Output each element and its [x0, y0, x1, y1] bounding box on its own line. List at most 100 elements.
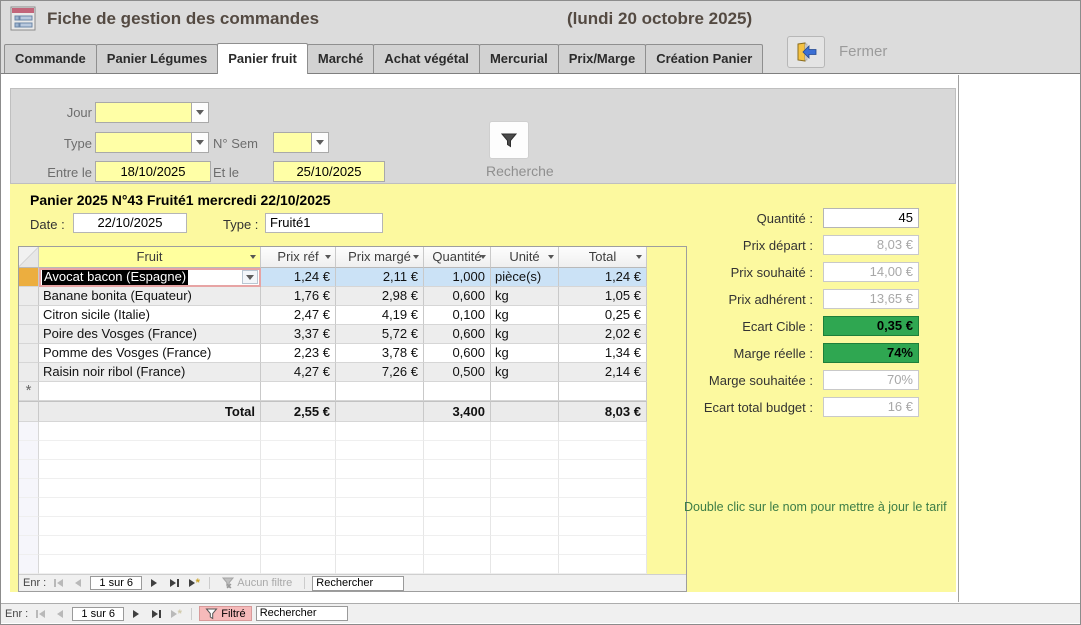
fruit-cell[interactable]: Raisin noir ribol (France) [39, 363, 261, 382]
next-record-button[interactable] [128, 607, 144, 620]
tab-commande[interactable]: Commande [4, 44, 97, 73]
quantite-cell[interactable]: 0,600 [424, 325, 491, 344]
total-cell[interactable]: 1,34 € [559, 344, 647, 363]
prix-ref-cell[interactable]: 4,27 € [261, 363, 336, 382]
first-record-button[interactable] [50, 577, 66, 590]
filtered-indicator[interactable]: Filtré [199, 606, 251, 621]
unite-cell[interactable]: kg [491, 344, 559, 363]
tab-creation-panier[interactable]: Création Panier [645, 44, 763, 73]
last-record-button[interactable] [166, 577, 182, 590]
unite-cell[interactable]: kg [491, 306, 559, 325]
record-position-box[interactable]: 1 sur 6 [90, 576, 142, 590]
prix-ref-cell[interactable]: 1,24 € [261, 268, 336, 287]
previous-record-button[interactable] [70, 577, 86, 590]
quantite-cell[interactable]: 0,600 [424, 287, 491, 306]
quantite-cell[interactable]: 0,500 [424, 363, 491, 382]
type-combobox[interactable] [95, 132, 209, 153]
jour-combobox[interactable] [95, 102, 209, 123]
first-record-button[interactable] [32, 607, 48, 620]
prix-ref-cell[interactable]: 3,37 € [261, 325, 336, 344]
jour-dropdown-button[interactable] [191, 103, 208, 122]
previous-record-button[interactable] [52, 607, 68, 620]
unite-cell[interactable]: kg [491, 287, 559, 306]
type-dropdown-button[interactable] [191, 133, 208, 152]
sort-filter-icon[interactable] [636, 255, 642, 259]
tab-panier-legumes[interactable]: Panier Légumes [96, 44, 218, 73]
new-record-button[interactable]: * [168, 607, 184, 620]
unite-cell[interactable]: pièce(s) [491, 268, 559, 287]
search-records-input[interactable]: Rechercher [256, 606, 348, 621]
column-header-fruit[interactable]: Fruit [39, 247, 261, 268]
sort-filter-icon[interactable] [325, 255, 331, 259]
fruit-cell[interactable]: Citron sicile (Italie) [39, 306, 261, 325]
panier-date-field[interactable]: 22/10/2025 [73, 213, 187, 233]
prix-ref-cell[interactable]: 2,47 € [261, 306, 336, 325]
tab-mercurial[interactable]: Mercurial [479, 44, 559, 73]
prix-marge-cell[interactable]: 4,19 € [336, 306, 424, 325]
column-header-prix-ref[interactable]: Prix réf [261, 247, 336, 268]
quantite-cell[interactable]: 1,000 [424, 268, 491, 287]
row-selector[interactable] [19, 363, 39, 382]
num-sem-combobox[interactable] [273, 132, 329, 153]
prix-marge-cell[interactable]: 7,26 € [336, 363, 424, 382]
panier-type-field[interactable]: Fruité1 [265, 213, 383, 233]
last-record-button[interactable] [148, 607, 164, 620]
column-header-prix-marge[interactable]: Prix margé [336, 247, 424, 268]
fruit-cell-empty[interactable] [39, 382, 261, 401]
unite-cell[interactable]: kg [491, 325, 559, 344]
row-selector[interactable] [19, 344, 39, 363]
prix-marge-cell[interactable]: 2,98 € [336, 287, 424, 306]
prix-marge-cell[interactable]: 3,78 € [336, 344, 424, 363]
no-filter-indicator[interactable]: Aucun filtre [217, 576, 297, 591]
current-row-selector[interactable] [19, 268, 39, 287]
sort-filter-icon[interactable] [250, 255, 256, 259]
empty-cell[interactable] [424, 382, 491, 401]
sort-filter-icon[interactable] [548, 255, 554, 259]
quantite-cell[interactable]: 0,100 [424, 306, 491, 325]
empty-cell[interactable] [336, 382, 424, 401]
prix-marge-cell[interactable]: 2,11 € [336, 268, 424, 287]
row-selector[interactable] [19, 306, 39, 325]
recherche-button[interactable] [489, 121, 529, 159]
tab-panier-fruit[interactable]: Panier fruit [217, 43, 308, 74]
sem-dropdown-button[interactable] [311, 133, 328, 152]
total-cell[interactable]: 0,25 € [559, 306, 647, 325]
total-cell[interactable]: 1,24 € [559, 268, 647, 287]
fruit-cell-editing[interactable]: Avocat bacon (Espagne) [39, 268, 261, 287]
new-record-row-selector[interactable] [19, 382, 39, 401]
empty-cell[interactable] [261, 382, 336, 401]
date-fin-field[interactable]: 25/10/2025 [273, 161, 385, 182]
column-header-total[interactable]: Total [559, 247, 647, 268]
select-all-corner[interactable] [19, 247, 39, 268]
record-position-box[interactable]: 1 sur 6 [72, 607, 124, 621]
close-form-button[interactable] [787, 36, 825, 68]
date-debut-field[interactable]: 18/10/2025 [95, 161, 211, 182]
total-cell[interactable]: 2,02 € [559, 325, 647, 344]
total-cell[interactable]: 2,14 € [559, 363, 647, 382]
prix-ref-cell[interactable]: 2,23 € [261, 344, 336, 363]
sort-filter-icon[interactable] [480, 255, 486, 259]
row-selector[interactable] [19, 287, 39, 306]
fruit-dropdown-button[interactable] [242, 270, 258, 284]
quantite-cell[interactable]: 0,600 [424, 344, 491, 363]
search-records-input[interactable]: Rechercher [312, 576, 404, 591]
next-record-button[interactable] [146, 577, 162, 590]
fruit-cell[interactable]: Pomme des Vosges (France) [39, 344, 261, 363]
total-cell[interactable]: 1,05 € [559, 287, 647, 306]
empty-cell[interactable] [491, 382, 559, 401]
new-record-button[interactable]: * [186, 577, 202, 590]
tab-prix-marge[interactable]: Prix/Marge [558, 44, 646, 73]
tab-marche[interactable]: Marché [307, 44, 375, 73]
empty-cell[interactable] [559, 382, 647, 401]
fruit-cell[interactable]: Banane bonita (Equateur) [39, 287, 261, 306]
fruit-cell[interactable]: Poire des Vosges (France) [39, 325, 261, 344]
quantite-field[interactable]: 45 [823, 208, 919, 228]
column-header-quantite[interactable]: Quantité [424, 247, 491, 268]
unite-cell[interactable]: kg [491, 363, 559, 382]
prix-marge-cell[interactable]: 5,72 € [336, 325, 424, 344]
row-selector[interactable] [19, 325, 39, 344]
tab-achat-vegetal[interactable]: Achat végétal [373, 44, 480, 73]
sort-filter-icon[interactable] [413, 255, 419, 259]
prix-ref-cell[interactable]: 1,76 € [261, 287, 336, 306]
column-header-unite[interactable]: Unité [491, 247, 559, 268]
